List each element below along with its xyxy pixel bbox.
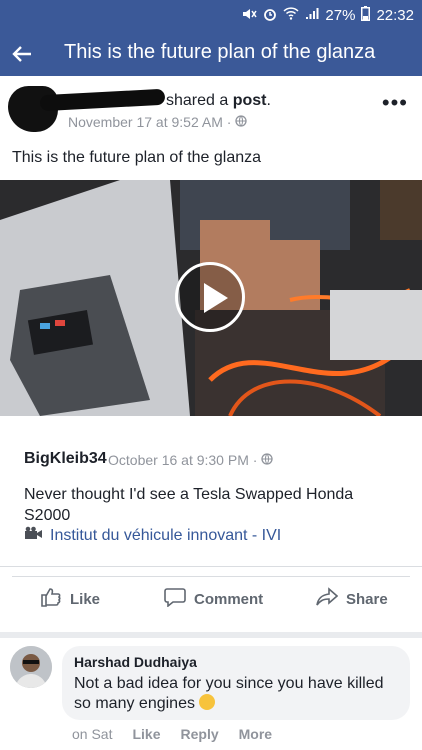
mute-icon <box>241 7 258 25</box>
like-button[interactable]: Like <box>40 587 100 611</box>
battery-percent: 27% <box>325 7 356 24</box>
signal-icon <box>305 7 319 24</box>
play-button[interactable] <box>175 262 245 332</box>
commenter-avatar[interactable] <box>10 646 52 688</box>
comment-bubble: Harshad Dudhaiya Not a bad idea for you … <box>62 646 410 720</box>
shared-post-date[interactable]: October 16 at 9:30 PM · <box>108 452 274 468</box>
share-button[interactable]: Share <box>316 587 388 611</box>
laughing-emoji-icon <box>199 694 216 710</box>
globe-icon <box>235 114 248 130</box>
comment-actions: on Sat Like Reply More <box>72 726 272 742</box>
comment-bubble-icon <box>164 587 186 611</box>
more-options-icon[interactable]: ••• <box>382 90 408 116</box>
alarm-icon <box>263 7 277 25</box>
post-text: This is the future plan of the glanza <box>12 149 262 166</box>
comment-reply-link[interactable]: Reply <box>181 726 219 742</box>
post-link[interactable]: post <box>233 92 267 109</box>
wifi-icon <box>283 7 299 24</box>
page-title: This is the future plan of the glanza <box>64 41 376 63</box>
post-header: shared a post. November 17 at 9:52 AM · … <box>0 76 422 138</box>
video-camera-icon <box>24 526 44 545</box>
comment-author[interactable]: Harshad Dudhaiya <box>74 654 197 670</box>
post-date[interactable]: November 17 at 9:52 AM · <box>68 114 248 130</box>
shared-post-text: Never thought I'd see a Tesla Swapped Ho… <box>24 486 354 524</box>
comment-like-link[interactable]: Like <box>132 726 160 742</box>
share-arrow-icon <box>316 587 339 611</box>
shared-post[interactable]: BigKleib34 October 16 at 9:30 PM · Never… <box>0 416 422 567</box>
comment-time[interactable]: on Sat <box>72 726 112 742</box>
back-arrow-icon[interactable] <box>12 38 32 70</box>
shared-post-source[interactable]: Institut du véhicule innovant - IVI <box>24 526 281 545</box>
status-bar: 27% 22:32 <box>0 0 422 30</box>
shared-post-author[interactable]: BigKleib34 <box>24 450 107 468</box>
shared-a-post-text: shared a post. <box>166 92 271 109</box>
post-actions: Like Comment Share <box>12 576 410 617</box>
thumbs-up-icon <box>40 587 62 611</box>
comment-text: Not a bad idea for you since you have ki… <box>74 675 384 712</box>
globe-icon <box>261 452 274 468</box>
section-divider <box>0 632 422 638</box>
redacted-name[interactable] <box>39 88 166 112</box>
clock: 22:32 <box>376 7 414 24</box>
app-bar: This is the future plan of the glanza <box>0 30 422 76</box>
comment-button[interactable]: Comment <box>164 587 263 611</box>
battery-icon <box>361 6 371 25</box>
comment-more-link[interactable]: More <box>239 726 272 742</box>
